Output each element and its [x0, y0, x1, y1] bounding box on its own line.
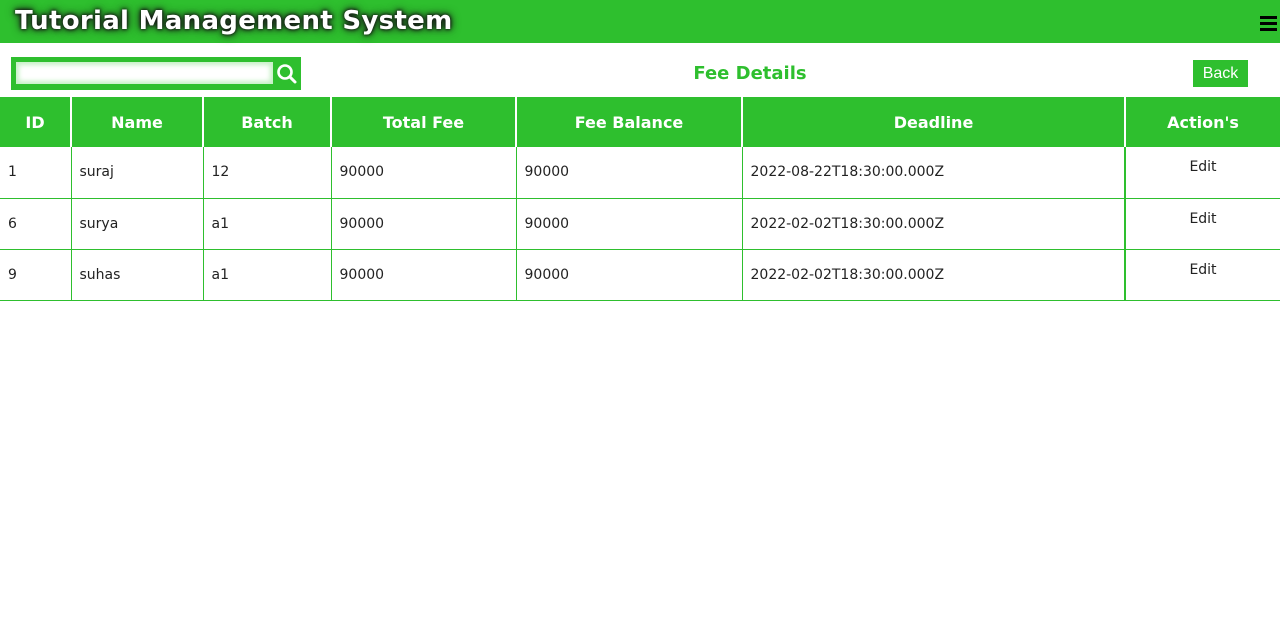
column-header-total-fee[interactable]: Total Fee [330, 97, 516, 147]
cell-name: suraj [70, 147, 203, 199]
cell-deadline: 2022-02-02T18:30:00.000Z [741, 198, 1125, 250]
cell-id: 6 [0, 198, 71, 250]
column-header-id[interactable]: ID [0, 97, 71, 147]
table-header-row: ID Name Batch Total Fee Fee Balance Dead… [0, 97, 1280, 147]
cell-id: 9 [0, 249, 71, 301]
cell-name: surya [70, 198, 203, 250]
cell-fee-balance: 90000 [515, 198, 742, 250]
cell-total-fee: 90000 [330, 249, 516, 301]
cell-deadline: 2022-02-02T18:30:00.000Z [741, 249, 1125, 301]
cell-id: 1 [0, 147, 71, 199]
cell-fee-balance: 90000 [515, 147, 742, 199]
column-header-batch[interactable]: Batch [202, 97, 331, 147]
cell-actions: Edit [1124, 147, 1280, 199]
search-icon [277, 64, 297, 84]
cell-actions: Edit [1124, 198, 1280, 250]
search-input[interactable] [16, 62, 273, 84]
table-row: 9 suhas a1 90000 90000 2022-02-02T18:30:… [0, 249, 1280, 301]
cell-total-fee: 90000 [330, 198, 516, 250]
fee-details-table: ID Name Batch Total Fee Fee Balance Dead… [0, 97, 1280, 301]
cell-total-fee: 90000 [330, 147, 516, 199]
search-bar [11, 57, 301, 90]
table-row: 6 surya a1 90000 90000 2022-02-02T18:30:… [0, 198, 1280, 250]
edit-button[interactable]: Edit [1189, 159, 1216, 175]
hamburger-menu-icon[interactable] [1260, 16, 1277, 32]
cell-batch: a1 [202, 249, 331, 301]
column-header-actions: Action's [1124, 97, 1280, 147]
cell-batch: 12 [202, 147, 331, 199]
page-title: Fee Details [693, 63, 807, 84]
edit-button[interactable]: Edit [1189, 262, 1216, 278]
cell-name: suhas [70, 249, 203, 301]
cell-fee-balance: 90000 [515, 249, 742, 301]
edit-button[interactable]: Edit [1189, 211, 1216, 227]
column-header-deadline[interactable]: Deadline [741, 97, 1125, 147]
cell-batch: a1 [202, 198, 331, 250]
table-row: 1 suraj 12 90000 90000 2022-08-22T18:30:… [0, 147, 1280, 199]
column-header-name[interactable]: Name [70, 97, 203, 147]
back-button[interactable]: Back [1193, 60, 1248, 87]
cell-deadline: 2022-08-22T18:30:00.000Z [741, 147, 1125, 199]
column-header-fee-balance[interactable]: Fee Balance [515, 97, 742, 147]
cell-actions: Edit [1124, 249, 1280, 301]
search-button[interactable] [273, 57, 301, 90]
app-header: Tutorial Management System [0, 0, 1280, 43]
app-title: Tutorial Management System [15, 6, 453, 36]
